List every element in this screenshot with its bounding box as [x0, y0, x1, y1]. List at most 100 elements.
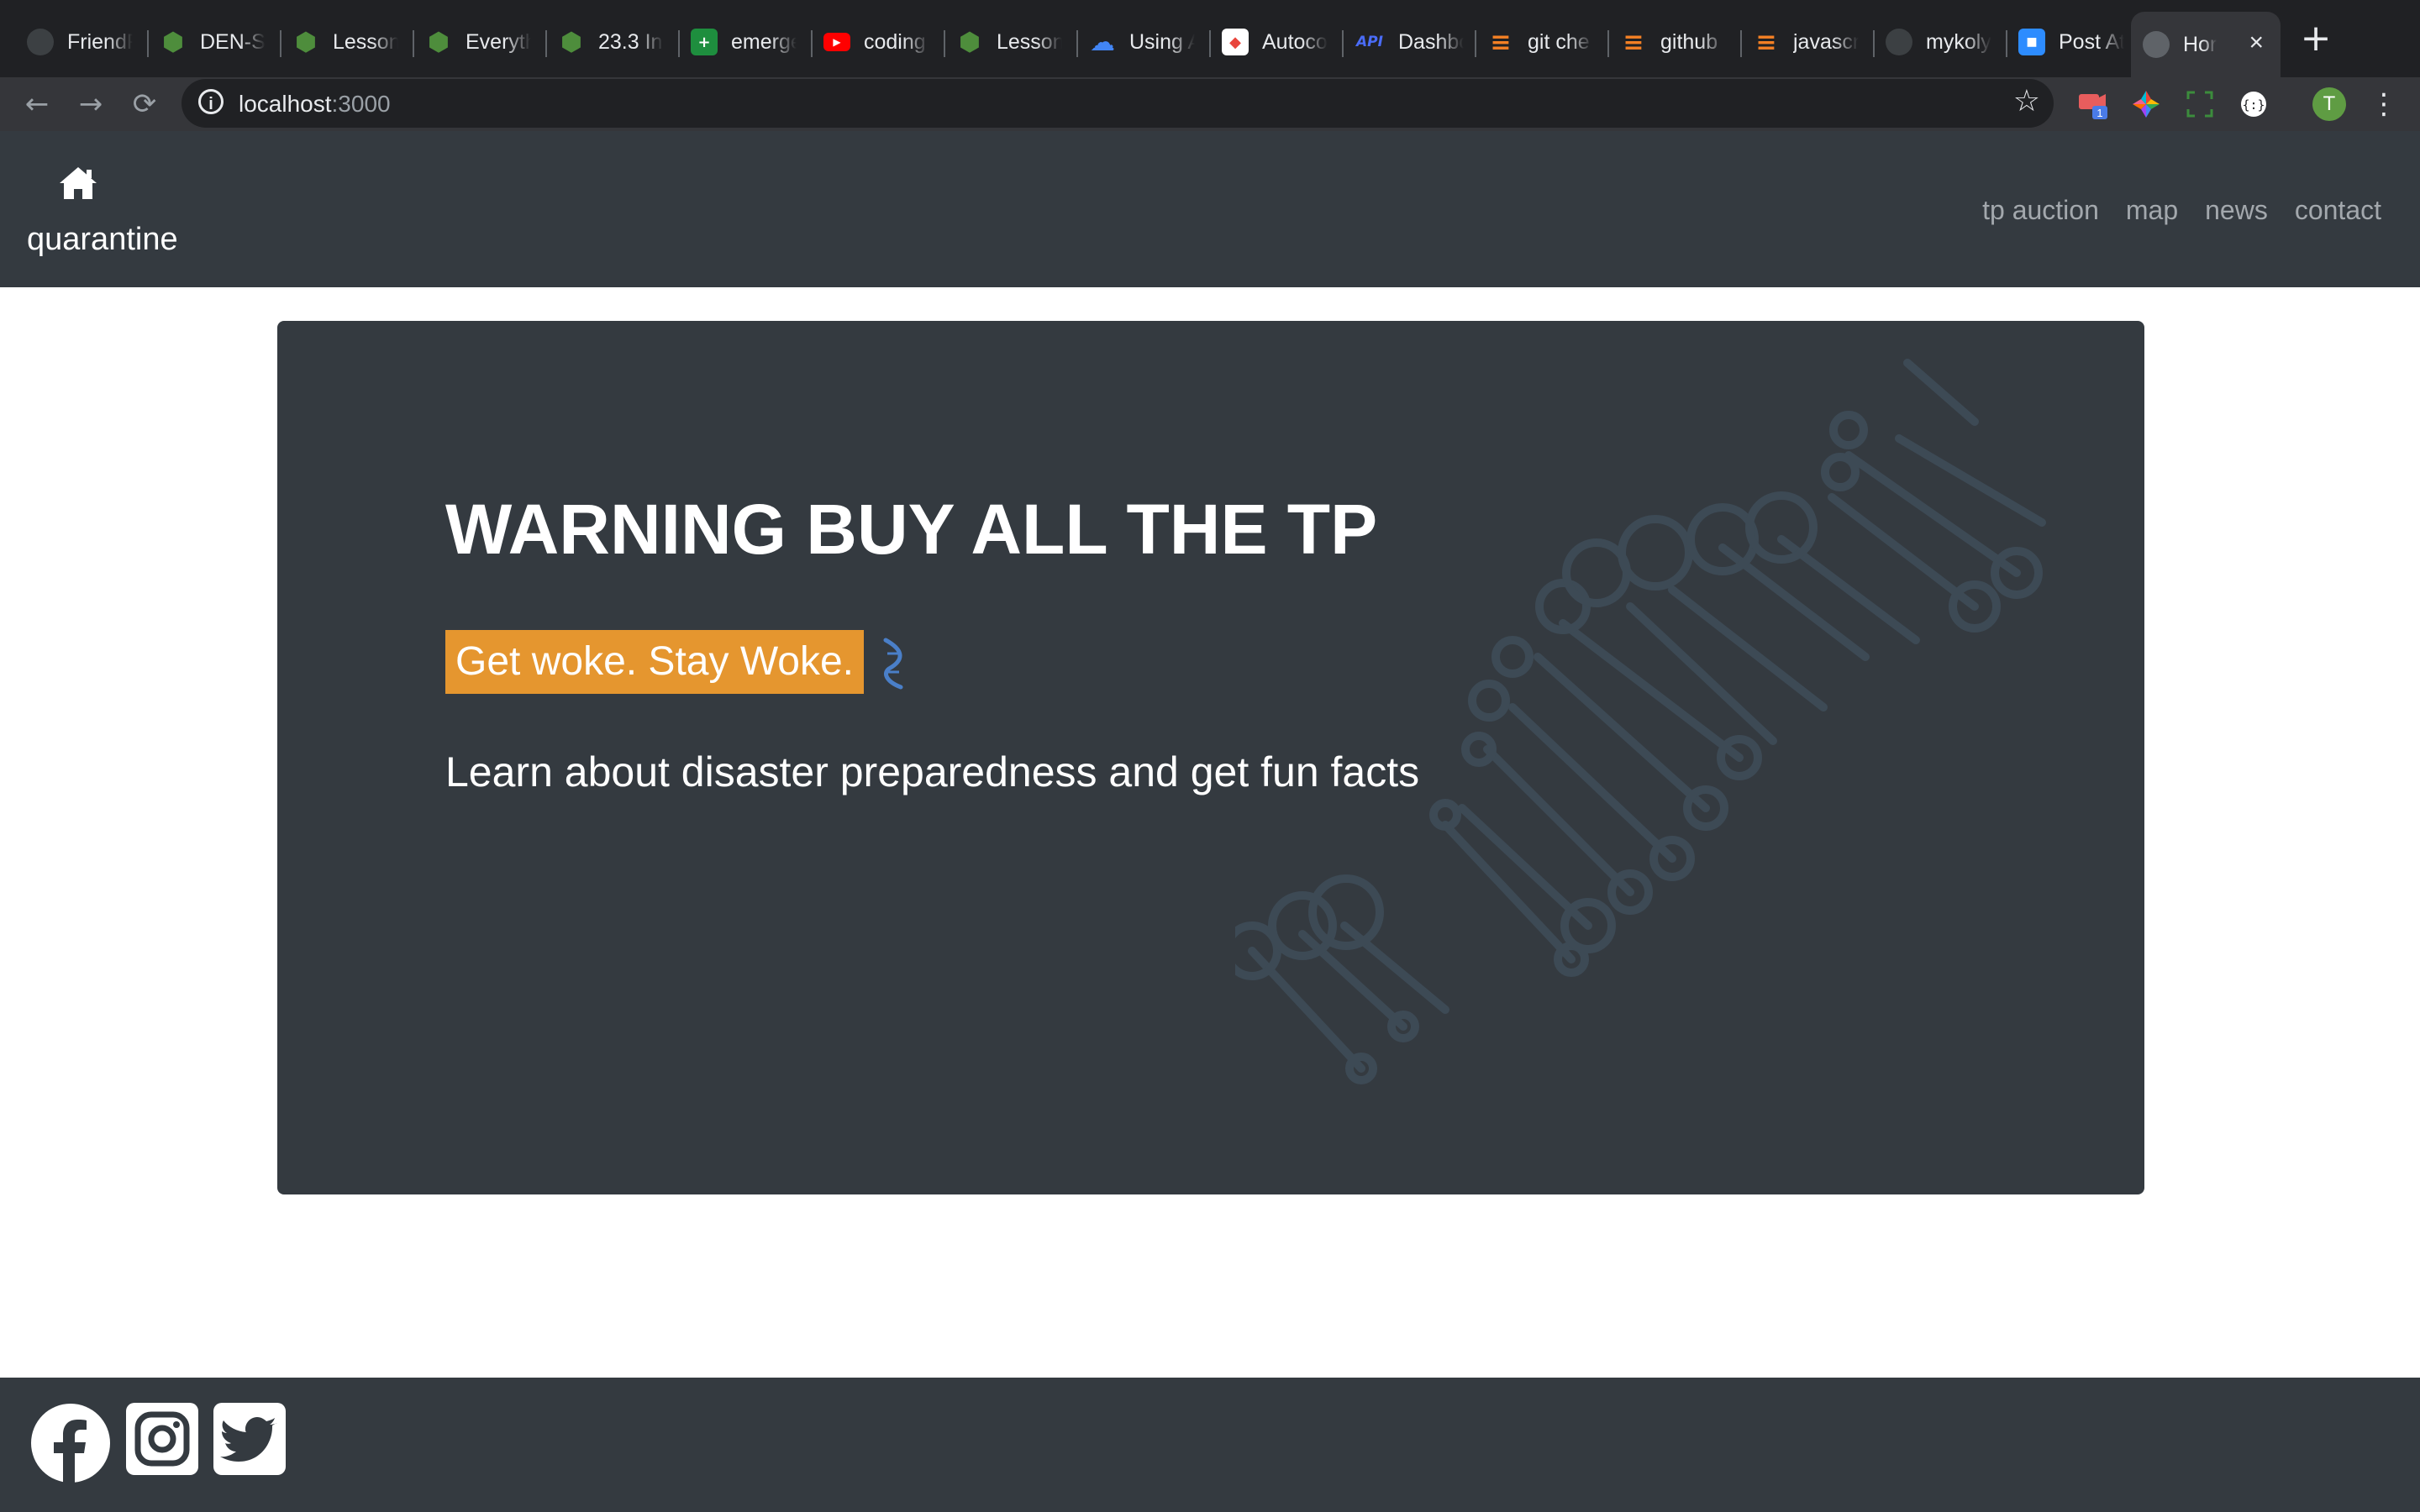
- hero-tagline: Get woke. Stay Woke.: [445, 630, 864, 694]
- tab-title: mykoly: [1926, 29, 1991, 54]
- tab-title: emerge: [731, 29, 797, 54]
- tab-title: Post At: [2059, 29, 2124, 54]
- profile-avatar[interactable]: T: [2312, 87, 2346, 121]
- github-icon: [27, 29, 54, 55]
- extension-color-picker-icon[interactable]: [2129, 87, 2163, 121]
- dna-node: [1829, 411, 1868, 449]
- browser-tab[interactable]: ⬢ Everyth: [413, 18, 546, 66]
- svg-text:{:}: {:}: [2242, 97, 2265, 113]
- tab-title: github: [1660, 29, 1718, 54]
- browser-tab[interactable]: ⬢ Lesson: [281, 18, 413, 66]
- instagram-icon[interactable]: [126, 1403, 198, 1475]
- url-host: localhost: [239, 91, 332, 117]
- dna-node: [1268, 891, 1337, 960]
- dna-node: [1468, 680, 1510, 722]
- browser-tab[interactable]: ≡ javascr: [1741, 18, 1874, 66]
- dna-rung: [1508, 703, 1676, 863]
- browser-tab[interactable]: mykoly: [1874, 18, 2007, 66]
- code-icon: ◆: [1222, 29, 1249, 55]
- browser-tab[interactable]: ☁ Using A: [1077, 18, 1210, 66]
- nav-link-news[interactable]: news: [2205, 195, 2268, 226]
- tab-title: git che: [1528, 29, 1590, 54]
- browser-tab[interactable]: ■ Post At: [2007, 18, 2139, 66]
- tab-title: coding: [864, 29, 926, 54]
- zoom-icon: ■: [2018, 29, 2045, 55]
- dna-node: [1745, 491, 1818, 564]
- youtube-icon: ▶: [823, 33, 850, 51]
- dna-rung: [1340, 921, 1449, 1014]
- site-footer: [0, 1378, 2420, 1512]
- close-tab-icon[interactable]: ×: [2249, 30, 2264, 55]
- tab-title: Autoco: [1262, 29, 1328, 54]
- hero-headline: WARNING BUY ALL THE TP: [445, 490, 1378, 569]
- dna-node: [1461, 732, 1497, 767]
- cube-icon: ⬢: [161, 27, 185, 57]
- site-info-icon[interactable]: i: [198, 89, 224, 114]
- browser-tab[interactable]: ⬢ Lesson: [944, 18, 1077, 66]
- browser-tab[interactable]: ≡ github: [1608, 18, 1741, 66]
- stackoverflow-icon: ≡: [1623, 27, 1644, 57]
- dna-node: [1491, 636, 1534, 678]
- browser-tab[interactable]: ⬢ DEN-Sa: [148, 18, 281, 66]
- nav-link-map[interactable]: map: [2126, 195, 2178, 226]
- cube-icon: ⬢: [294, 27, 318, 57]
- browser-tab[interactable]: ◆ Autoco: [1210, 18, 1343, 66]
- brand-name[interactable]: quarantine: [27, 222, 178, 258]
- address-bar[interactable]: i localhost:3000 ☆: [182, 79, 2054, 128]
- tab-title: DEN-Sa: [200, 29, 266, 54]
- dna-rung: [1559, 619, 1744, 762]
- github-icon: [1886, 29, 1912, 55]
- reload-button[interactable]: ⟳: [124, 84, 165, 124]
- sheets-icon: +: [691, 29, 718, 55]
- dna-node: [1308, 874, 1384, 950]
- nav-link-contact[interactable]: contact: [2295, 195, 2381, 226]
- extension-json-icon[interactable]: {:}: [2237, 87, 2270, 121]
- dna-rung: [1844, 451, 2021, 577]
- browser-menu-icon[interactable]: ⋮: [2370, 86, 2398, 123]
- site-navbar: quarantine tp auction map news contact: [0, 131, 2420, 287]
- hero-jumbotron: WARNING BUY ALL THE TP Get woke. Stay Wo…: [277, 321, 2144, 1194]
- browser-tab[interactable]: API Dashbo: [1343, 18, 1476, 66]
- facebook-icon[interactable]: [30, 1403, 111, 1483]
- tab-title: 23.3 In: [598, 29, 663, 54]
- browser-tab[interactable]: + emerge: [679, 18, 812, 66]
- tab-title: Lesson: [997, 29, 1062, 54]
- address-bar-url[interactable]: localhost:3000: [239, 91, 391, 118]
- dna-node: [1618, 515, 1693, 591]
- tab-title: Using A: [1129, 29, 1195, 54]
- cube-icon: ⬢: [958, 27, 981, 57]
- dna-rung: [1626, 602, 1777, 745]
- dna-rung: [1903, 359, 1979, 426]
- dna-node: [1686, 503, 1759, 575]
- bookmark-star-icon[interactable]: ☆: [2013, 84, 2040, 118]
- tab-title: Dashbo: [1398, 29, 1464, 54]
- extension-screenshot-icon[interactable]: [2183, 87, 2217, 121]
- nav-link-tp-auction[interactable]: tp auction: [1982, 195, 2099, 226]
- tab-title: javascr: [1793, 29, 1859, 54]
- new-tab-button[interactable]: +: [2297, 20, 2334, 57]
- browser-tab[interactable]: ⬢ 23.3 In: [546, 18, 679, 66]
- cube-icon: ⬢: [427, 27, 450, 57]
- dna-node: [1429, 799, 1461, 831]
- extension-badge: 1: [2096, 107, 2102, 119]
- extension-video-icon[interactable]: 1: [2075, 87, 2109, 121]
- home-icon[interactable]: [57, 165, 99, 202]
- dna-cursor-icon: [883, 638, 903, 690]
- tab-title: Hor: [2183, 32, 2217, 56]
- forward-button[interactable]: →: [71, 84, 111, 124]
- hero-lead-text: Learn about disaster preparedness and ge…: [445, 748, 1420, 795]
- browser-tab[interactable]: FriendF: [15, 18, 148, 66]
- browser-tabstrip: + FriendF ⬢ DEN-Sa ⬢ Lesson ⬢ Everyth ⬢ 23.3 In +…: [0, 0, 2420, 77]
- cube-icon: ⬢: [560, 27, 583, 57]
- browser-toolbar: ← → ⟳ i localhost:3000 ☆ 1 {:} T ⋮: [0, 77, 2420, 131]
- globe-icon: [2143, 31, 2170, 58]
- tab-title: Everyth: [466, 29, 531, 54]
- browser-tab[interactable]: ▶ coding: [812, 18, 944, 66]
- browser-tab[interactable]: Hor ×: [2131, 12, 2281, 77]
- gcloud-icon: ☁: [1090, 27, 1115, 57]
- dna-node: [1821, 453, 1860, 491]
- back-button[interactable]: ←: [17, 84, 57, 124]
- twitter-icon[interactable]: [213, 1403, 286, 1475]
- tab-title: Lesson: [333, 29, 398, 54]
- browser-tab[interactable]: ≡ git che: [1476, 18, 1608, 66]
